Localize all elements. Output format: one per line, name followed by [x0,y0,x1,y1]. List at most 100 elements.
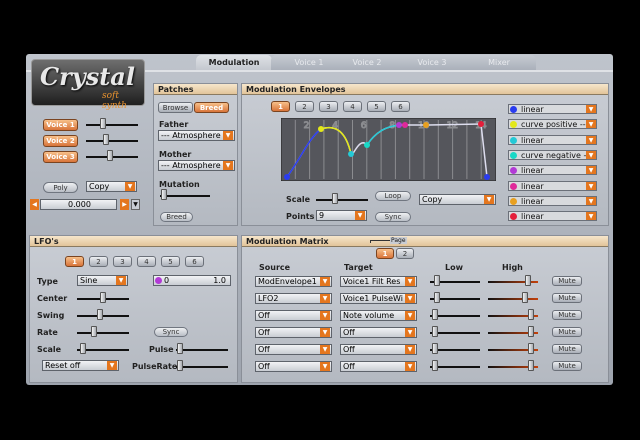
voice-1-button[interactable]: Voice 1 [43,119,78,131]
matrix-mute-button[interactable]: Mute [552,293,582,303]
curve-type-dropdown[interactable]: linear ▼ [508,165,597,176]
matrix-high-slider-knob[interactable] [528,309,535,320]
lfo-tab-3[interactable]: 3 [113,256,132,267]
matrix-mute-button[interactable]: Mute [552,276,582,286]
matrix-mute-button[interactable]: Mute [552,310,582,320]
voice-3-button[interactable]: Voice 3 [43,151,78,163]
matrix-source-dropdown[interactable]: Off ▼ [255,327,332,338]
breed-tab-button[interactable]: Breed [194,102,229,113]
matrix-target-value: Voice1 PulseWi [343,294,403,303]
curve-type-dropdown[interactable]: curve positive -- ▼ [508,119,597,130]
lfo-reset-dropdown[interactable]: Reset off ▼ [42,360,119,371]
lfo-type-dropdown[interactable]: Sine ▼ [77,275,128,286]
env-tab-2[interactable]: 2 [295,101,314,112]
voice-1-slider-knob[interactable] [100,118,106,129]
tab-modulation[interactable]: Modulation [196,55,272,70]
mutation-slider-knob[interactable] [161,189,167,200]
lfo-tab-6[interactable]: 6 [185,256,204,267]
prev-arrow-icon[interactable]: ◀ [30,199,39,210]
page-1-button[interactable]: 1 [376,248,394,259]
logo-title: Crystal [40,62,135,91]
browse-button[interactable]: Browse [158,102,193,113]
matrix-high-slider-knob[interactable] [528,360,535,371]
lfo-pulserate-slider-knob[interactable] [177,360,183,371]
col-low-header: Low [445,263,463,272]
lfo-rate-slider-track [77,332,129,334]
next-arrow-icon[interactable]: ▶ [120,199,129,210]
mutation-slider-track [160,195,210,197]
voice-copy-dropdown[interactable]: Copy ▼ [86,181,137,192]
page-2-button[interactable]: 2 [396,248,414,259]
matrix-high-slider-knob[interactable] [525,275,532,286]
voice-3-slider-knob[interactable] [107,150,113,161]
tab-mixer[interactable]: Mixer [462,55,536,70]
matrix-target-dropdown[interactable]: Off ▼ [340,361,417,372]
lfo-tab-5[interactable]: 5 [161,256,180,267]
env-tab-4[interactable]: 4 [343,101,362,112]
matrix-source-dropdown[interactable]: Off ▼ [255,310,332,321]
tab-voice-3[interactable]: Voice 3 [395,55,469,70]
env-scale-slider-knob[interactable] [332,193,338,204]
env-sync-button[interactable]: Sync [375,212,411,222]
matrix-low-slider-knob[interactable] [432,309,439,320]
matrix-source-value: ModEnvelope1 [258,277,317,286]
lfo-sync-button[interactable]: Sync [154,327,188,337]
matrix-high-slider-knob[interactable] [522,292,529,303]
points-dropdown[interactable]: 9 ▼ [316,210,367,221]
curve-type-dropdown[interactable]: linear ▼ [508,211,597,222]
matrix-low-slider-knob[interactable] [434,275,441,286]
curve-type-dropdown[interactable]: linear ▼ [508,195,597,206]
env-point-8 [478,121,484,127]
lfo-tab-2[interactable]: 2 [89,256,108,267]
matrix-high-slider-knob[interactable] [528,326,535,337]
lfo-scale-slider-knob[interactable] [80,343,86,354]
matrix-source-dropdown[interactable]: LFO2 ▼ [255,293,332,304]
value-readout[interactable]: 0.000 [40,199,117,210]
matrix-target-dropdown[interactable]: Off ▼ [340,344,417,355]
matrix-mute-button[interactable]: Mute [552,344,582,354]
envelope-graph[interactable]: 2468101214 [281,118,496,181]
env-copy-value: Copy [422,195,443,204]
lfo-range-field[interactable]: 0 1.0 [153,275,231,286]
matrix-mute-button[interactable]: Mute [552,327,582,337]
curve-type-dropdown[interactable]: linear ▼ [508,104,597,114]
loop-button[interactable]: Loop [375,191,411,201]
lfo-pulse-slider-knob[interactable] [177,343,183,354]
matrix-low-slider-knob[interactable] [432,343,439,354]
env-tab-1[interactable]: 1 [271,101,290,112]
matrix-mute-button[interactable]: Mute [552,361,582,371]
matrix-target-dropdown[interactable]: Off ▼ [340,327,417,338]
tab-voice-2[interactable]: Voice 2 [330,55,404,70]
env-tab-5[interactable]: 5 [367,101,386,112]
voice-2-slider-knob[interactable] [103,134,109,145]
mother-dropdown[interactable]: --- Atmosphere ▼ [158,160,235,171]
matrix-low-slider-knob[interactable] [432,326,439,337]
voice-2-button[interactable]: Voice 2 [43,135,78,147]
curve-type-dropdown[interactable]: linear ▼ [508,180,597,191]
down-arrow-icon[interactable]: ▼ [131,199,140,210]
matrix-source-dropdown[interactable]: ModEnvelope1 ▼ [255,276,332,287]
breed-button[interactable]: Breed [160,212,193,222]
lfo-tab-4[interactable]: 4 [137,256,156,267]
env-tab-3[interactable]: 3 [319,101,338,112]
father-dropdown[interactable]: --- Atmosphere ▼ [158,130,235,141]
env-tab-6[interactable]: 6 [391,101,410,112]
matrix-target-dropdown[interactable]: Voice1 Filt Res ▼ [340,276,417,287]
lfo-swing-slider-knob[interactable] [97,309,103,320]
matrix-low-slider-knob[interactable] [432,360,439,371]
matrix-low-slider-knob[interactable] [433,292,440,303]
env-scale-label: Scale [286,195,311,204]
env-copy-dropdown[interactable]: Copy ▼ [419,194,496,205]
mother-label: Mother [159,150,192,159]
matrix-source-dropdown[interactable]: Off ▼ [255,344,332,355]
poly-button[interactable]: Poly [43,182,78,193]
matrix-source-dropdown[interactable]: Off ▼ [255,361,332,372]
curve-type-dropdown[interactable]: linear ▼ [508,134,597,145]
matrix-high-slider-knob[interactable] [528,343,535,354]
curve-type-dropdown[interactable]: curve negative -- ▼ [508,149,597,160]
lfo-tab-1[interactable]: 1 [65,256,84,267]
matrix-target-dropdown[interactable]: Note volume ▼ [340,310,417,321]
matrix-target-dropdown[interactable]: Voice1 PulseWi ▼ [340,293,417,304]
lfo-rate-slider-knob[interactable] [91,326,97,337]
lfo-center-slider-knob[interactable] [100,292,106,303]
